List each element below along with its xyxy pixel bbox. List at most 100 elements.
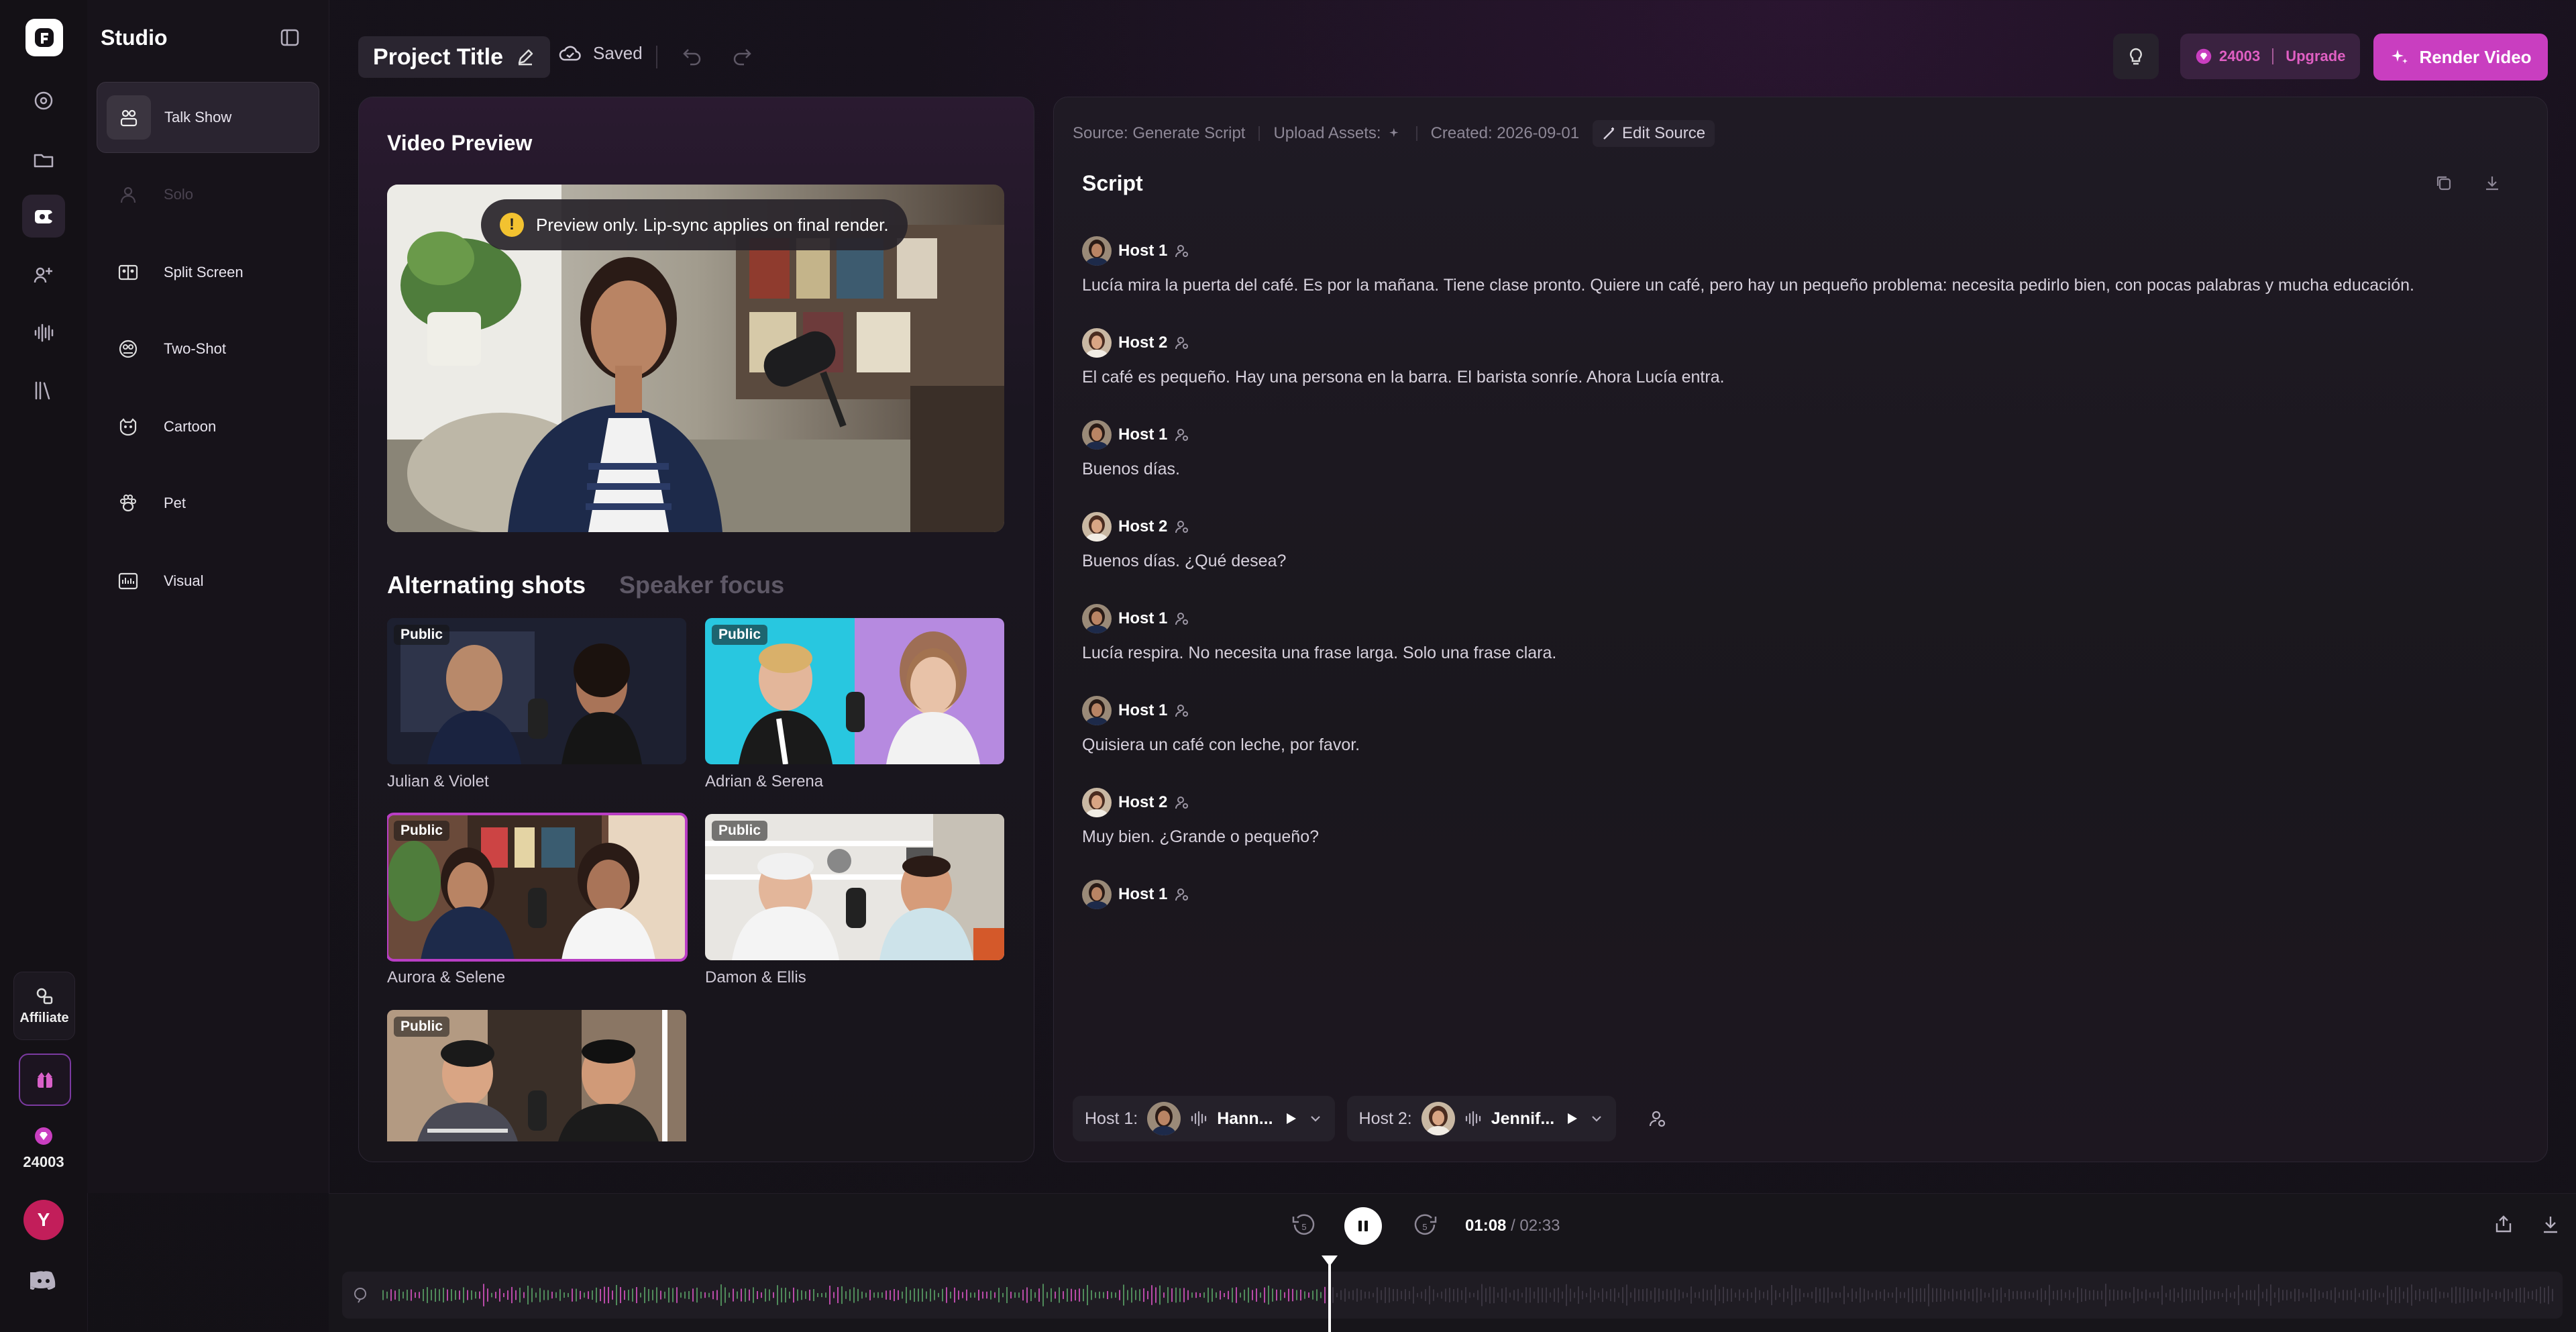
script-line[interactable]: Host 1 Buenos días.	[1082, 419, 2518, 479]
credits-upgrade-button[interactable]: 24003 Upgrade	[2180, 34, 2361, 79]
script-line[interactable]: Host 2 El café es pequeño. Hay una person…	[1082, 327, 2518, 387]
gift-button[interactable]	[19, 1054, 71, 1106]
sparkle-icon[interactable]	[1388, 126, 1403, 141]
script-text[interactable]: Muy bien. ¿Grande o pequeño?	[1082, 827, 2518, 847]
waveform-bar	[2447, 1292, 2449, 1298]
script-line[interactable]: Host 2 Buenos días. ¿Qué desea?	[1082, 511, 2518, 571]
speaker-settings-icon[interactable]	[1174, 519, 1190, 535]
render-video-button[interactable]: Render Video	[2373, 34, 2548, 81]
shot-card[interactable]: Public	[387, 1010, 686, 1141]
script-line[interactable]: Host 1 Quisiera un café con leche, por fa…	[1082, 695, 2518, 755]
host1-voice-selector[interactable]: Host 1: Hann...	[1073, 1096, 1335, 1141]
shot-card[interactable]: Public Damon & Ellis	[705, 814, 1004, 987]
speaker-avatar[interactable]	[1082, 420, 1112, 450]
speaker-avatar[interactable]	[1082, 236, 1112, 266]
audio-waveform-icon[interactable]	[22, 311, 65, 354]
script-text[interactable]: Lucía respira. No necesita una frase lar…	[1082, 644, 2518, 663]
undo-icon[interactable]	[682, 46, 703, 70]
studio-item-cartoon[interactable]: Cartoon	[97, 392, 318, 462]
speaker-settings-icon[interactable]	[1174, 427, 1190, 443]
speaker-row: Host 1	[1082, 419, 2518, 450]
chevron-down-icon[interactable]	[1308, 1111, 1323, 1126]
video-studio-icon[interactable]	[22, 195, 65, 238]
library-icon[interactable]	[22, 369, 65, 412]
waveform-bar	[1928, 1284, 1929, 1307]
waveform-bar	[2061, 1289, 2062, 1301]
waveform-bar	[1566, 1284, 1567, 1307]
app-logo[interactable]	[25, 19, 63, 56]
playhead[interactable]	[1321, 1256, 1338, 1332]
manage-hosts-icon[interactable]	[1648, 1109, 1667, 1128]
edit-source-button[interactable]: Edit Source	[1593, 120, 1715, 147]
waveform-bar	[2491, 1292, 2493, 1298]
play-icon[interactable]	[1283, 1111, 1299, 1127]
script-text[interactable]: El café es pequeño. Hay una persona en l…	[1082, 368, 2518, 387]
project-title-box[interactable]: Project Title	[358, 36, 550, 78]
redo-icon[interactable]	[731, 46, 753, 70]
script-text[interactable]: Lucía mira la puerta del café. Es por la…	[1082, 276, 2518, 295]
rewind-5-icon[interactable]: 5	[1289, 1211, 1319, 1244]
shot-card[interactable]: Public Adrian & Serena	[705, 618, 1004, 791]
pause-button[interactable]	[1344, 1207, 1382, 1245]
home-icon[interactable]	[22, 79, 65, 122]
chevron-down-icon[interactable]	[1589, 1111, 1604, 1126]
script-line[interactable]: Host 1 Lucía respira. No necesita una fra…	[1082, 603, 2518, 663]
speaker-settings-icon[interactable]	[1174, 795, 1190, 811]
tab-speaker-focus[interactable]: Speaker focus	[619, 571, 784, 599]
speaker-avatar[interactable]	[1082, 696, 1112, 725]
lightbulb-icon	[2126, 46, 2146, 66]
copy-icon[interactable]	[2434, 174, 2453, 196]
waveform-bar	[2149, 1292, 2151, 1298]
waveform-bar	[958, 1290, 959, 1300]
meta-upload[interactable]: Upload Assets:	[1273, 124, 1381, 143]
speaker-avatar[interactable]	[1082, 604, 1112, 633]
studio-item-talk-show[interactable]: Talk Show	[97, 82, 319, 153]
share-icon[interactable]	[2493, 1214, 2514, 1239]
studio-item-two-shot[interactable]: Two-Shot	[97, 314, 318, 384]
speaker-settings-icon[interactable]	[1174, 611, 1190, 627]
shot-card[interactable]: Public Julian & Violet	[387, 618, 686, 791]
studio-item-split-screen[interactable]: Split Screen	[97, 238, 318, 307]
script-line[interactable]: Host 2 Muy bien. ¿Grande o pequeño?	[1082, 787, 2518, 847]
download-icon[interactable]	[2483, 174, 2502, 196]
user-avatar[interactable]: Y	[23, 1200, 64, 1240]
play-icon[interactable]	[1564, 1111, 1580, 1127]
shot-tabs: Alternating shots Speaker focus	[387, 571, 784, 599]
studio-item-visual[interactable]: Visual	[97, 546, 318, 616]
audio-waveform-track[interactable]	[342, 1272, 2563, 1319]
tips-button[interactable]	[2113, 34, 2159, 79]
tab-alternating-shots[interactable]: Alternating shots	[387, 571, 586, 599]
avatars-icon[interactable]	[22, 254, 65, 297]
download-icon[interactable]	[2540, 1214, 2561, 1239]
folder-icon[interactable]	[22, 138, 65, 181]
waveform-bar	[1513, 1290, 1515, 1300]
affiliate-button[interactable]: Affiliate	[13, 972, 75, 1040]
speaker-avatar[interactable]	[1082, 788, 1112, 817]
script-text[interactable]: Buenos días. ¿Qué desea?	[1082, 552, 2518, 571]
speaker-settings-icon[interactable]	[1174, 335, 1190, 351]
forward-5-icon[interactable]: 5	[1410, 1211, 1440, 1244]
waveform-bar	[1224, 1292, 1225, 1298]
speaker-avatar[interactable]	[1082, 512, 1112, 542]
edit-pencil-icon[interactable]	[515, 47, 535, 67]
speaker-settings-icon[interactable]	[1174, 886, 1190, 903]
script-line[interactable]: Host 1 Lucía mira la puerta del café. Es …	[1082, 236, 2518, 295]
collapse-sidebar-icon[interactable]	[279, 27, 301, 52]
studio-item-pet[interactable]: Pet	[97, 468, 318, 538]
waveform-bar	[1203, 1292, 1205, 1298]
speaker-settings-icon[interactable]	[1174, 703, 1190, 719]
script-line[interactable]: Host 1	[1082, 879, 2518, 910]
discord-icon[interactable]	[26, 1270, 57, 1294]
script-text[interactable]: Quisiera un café con leche, por favor.	[1082, 735, 2518, 755]
speaker-avatar[interactable]	[1082, 880, 1112, 909]
warning-icon: !	[500, 213, 524, 237]
speaker-settings-icon[interactable]	[1174, 243, 1190, 259]
waveform-bar	[1220, 1290, 1221, 1300]
script-text[interactable]: Buenos días.	[1082, 460, 2518, 479]
waveform-bar	[2109, 1289, 2110, 1301]
credits-widget[interactable]: 24003	[0, 1126, 87, 1171]
shot-card[interactable]: Public Aurora & Selene	[387, 813, 688, 987]
script-title: Script	[1082, 171, 1143, 195]
host2-voice-selector[interactable]: Host 2: Jennif...	[1346, 1096, 1617, 1141]
speaker-avatar[interactable]	[1082, 328, 1112, 358]
